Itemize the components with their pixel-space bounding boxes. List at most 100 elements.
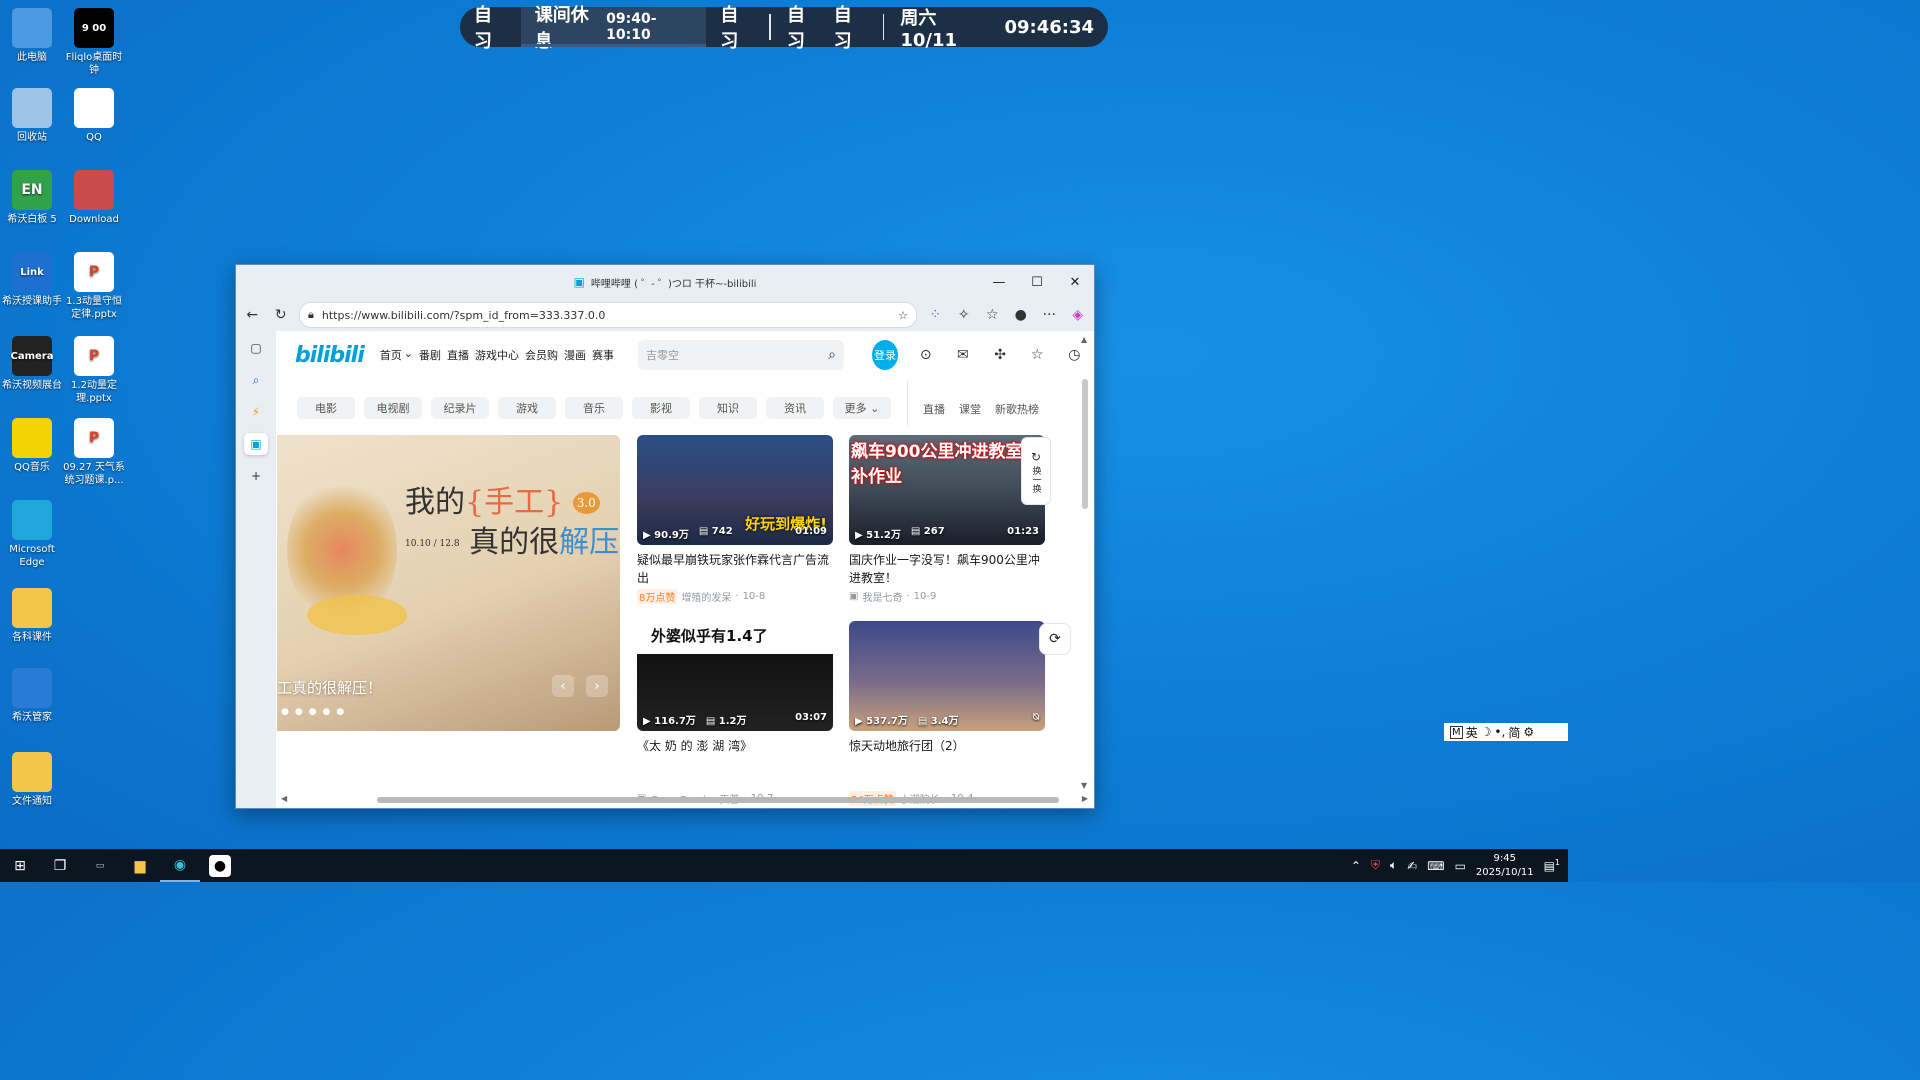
desktop-icon[interactable]: Download: [62, 170, 126, 226]
video-card[interactable]: 飙车900公里冲进教室 补作业 ▶ 51.2万 ▤ 267 01:23 国庆作业…: [849, 435, 1045, 604]
keyboard-icon[interactable]: ⌨: [1427, 859, 1444, 873]
bilibili-logo[interactable]: bilibili: [295, 343, 365, 368]
video-thumbnail[interactable]: ▶ 537.7万 ▤ 3.4万 ⍉: [849, 621, 1045, 731]
security-shield-icon[interactable]: ⛨: [1371, 858, 1380, 873]
desktop-icon[interactable]: 9 00 Fliqlo桌面时钟: [62, 8, 126, 77]
desktop-icon[interactable]: P 1.3动量守恒定律.pptx: [62, 252, 126, 321]
favorites-star-icon[interactable]: ☆: [1028, 347, 1047, 363]
desktop-icon[interactable]: 希沃管家: [0, 668, 64, 724]
minimize-button[interactable]: —: [980, 265, 1018, 299]
search-input[interactable]: 吉零空 ⌕: [637, 340, 844, 370]
refresh-feed-button[interactable]: ↻ 换一换: [1021, 437, 1051, 505]
video-title[interactable]: 国庆作业一字没写！飙车900公里冲进教室！: [849, 551, 1045, 587]
scroll-down-arrow[interactable]: ▼: [1081, 781, 1087, 790]
nav-item-manga[interactable]: 漫画: [564, 347, 586, 363]
desktop-icon[interactable]: 各科课件: [0, 588, 64, 644]
search-sidebar-icon[interactable]: ⌕: [244, 369, 268, 391]
vip-icon[interactable]: ⊙: [916, 347, 935, 363]
category-news[interactable]: 资讯: [766, 397, 824, 419]
qq-taskbar-icon[interactable]: ●: [209, 854, 231, 877]
ime-mode[interactable]: 英: [1466, 724, 1478, 741]
video-card[interactable]: 外婆似乎有1.4了 ▶ 116.7万 ▤ 1.2万 03:07 《太 奶 的 澎…: [637, 621, 833, 806]
link-classroom[interactable]: 课堂: [959, 401, 981, 417]
address-bar[interactable]: 🔒︎ https://www.bilibili.com/?spm_id_from…: [299, 302, 917, 328]
file-explorer-icon[interactable]: ▆: [120, 849, 160, 882]
video-thumbnail[interactable]: 飙车900公里冲进教室 补作业 ▶ 51.2万 ▤ 267 01:23: [849, 435, 1045, 545]
address-url[interactable]: https://www.bilibili.com/?spm_id_from=33…: [322, 309, 890, 322]
scroll-right-arrow[interactable]: ▶: [1082, 794, 1088, 803]
app-sidebar-icon[interactable]: ⚡: [244, 401, 268, 423]
settings-gear-icon[interactable]: ⚙: [1523, 725, 1534, 739]
desktop-icon[interactable]: Microsoft Edge: [0, 500, 64, 569]
link-live[interactable]: 直播: [923, 401, 945, 417]
dynamic-icon[interactable]: ✣: [990, 347, 1009, 363]
start-windows-icon[interactable]: ⊞: [0, 849, 40, 882]
edge-taskbar-icon[interactable]: ◉: [160, 849, 200, 882]
carousel-dots[interactable]: ●●●●●: [281, 707, 350, 717]
nav-item-live[interactable]: 直播: [447, 347, 469, 363]
carousel-banner[interactable]: 我的{手工} 3.0 10.10 / 12.8 真的很解压 工真的很解压！ ●●…: [277, 435, 620, 731]
search-icon[interactable]: ⌕: [828, 347, 836, 363]
extensions-puzzle-icon[interactable]: ✧: [954, 304, 975, 326]
nav-item-game-center[interactable]: 游戏中心: [475, 347, 519, 363]
carousel-prev-button[interactable]: ‹: [552, 675, 574, 697]
display-icon[interactable]: ▭: [1455, 859, 1466, 873]
desktop-icon[interactable]: EN 希沃白板 5: [0, 170, 64, 226]
favorites-icon[interactable]: ☆: [982, 304, 1003, 326]
nav-item-esports[interactable]: 赛事: [592, 347, 614, 363]
moon-icon[interactable]: ☽: [1481, 725, 1492, 739]
banner-caption[interactable]: 工真的很解压！: [277, 677, 382, 698]
volume-icon[interactable]: 🔈︎: [1390, 858, 1397, 873]
category-movie[interactable]: 电影: [297, 397, 355, 419]
more-options-icon[interactable]: ⍉: [1033, 712, 1039, 727]
copilot-icon[interactable]: ◈: [1068, 304, 1089, 326]
video-title[interactable]: 《太 奶 的 澎 湖 湾》: [637, 737, 833, 773]
ime-logo-icon[interactable]: M: [1450, 725, 1463, 739]
more-menu-icon[interactable]: ···: [1039, 304, 1060, 326]
desktop-icon[interactable]: QQ: [62, 88, 126, 144]
category-knowledge[interactable]: 知识: [699, 397, 757, 419]
window-titlebar[interactable]: ▣ 哔哩哔哩 ( ゜- ゜)つロ 干杯~-bilibili — ☐ ✕: [236, 265, 1094, 299]
desktop-icon[interactable]: Camera 希沃视频展台: [0, 336, 64, 392]
pen-icon[interactable]: ✍: [1407, 859, 1417, 873]
scroll-left-arrow[interactable]: ◀: [281, 794, 287, 803]
ime-simplified[interactable]: 简: [1508, 724, 1520, 741]
edge-browser-window[interactable]: ▣ 哔哩哔哩 ( ゜- ゜)つロ 干杯~-bilibili — ☐ ✕ ← ↻ …: [235, 264, 1095, 809]
uploader-name[interactable]: 增殖的发呆: [681, 589, 731, 604]
desktop-icon[interactable]: P 1.2动量定理.pptx: [62, 336, 126, 405]
task-view-icon[interactable]: ❐: [40, 849, 80, 882]
video-title[interactable]: 疑似最早崩铁玩家张作霖代言广告流出: [637, 551, 833, 587]
bilibili-sidebar-icon[interactable]: ▣: [244, 433, 268, 455]
add-sidebar-icon[interactable]: +: [244, 465, 268, 487]
notification-icon[interactable]: ▤1: [1544, 858, 1560, 873]
scroll-thumb[interactable]: [377, 797, 1059, 803]
nav-item-home[interactable]: 首页: [380, 347, 402, 363]
desktop-icon[interactable]: 此电脑: [0, 8, 64, 64]
category-more[interactable]: 更多 ⌄: [833, 397, 891, 419]
video-card[interactable]: 好玩到爆炸! ▶ 90.9万 ▤ 742 01:09 疑似最早崩铁玩家张作霖代言…: [637, 435, 833, 604]
category-music[interactable]: 音乐: [565, 397, 623, 419]
favorite-star-icon[interactable]: ☆: [898, 309, 908, 322]
tabs-icon[interactable]: ▢: [244, 337, 268, 359]
message-icon[interactable]: ✉: [953, 347, 972, 363]
taskbar-clock[interactable]: 9:45 2025/10/11: [1476, 852, 1534, 880]
video-card[interactable]: ▶ 537.7万 ▤ 3.4万 ⍉ 惊天动地旅行团（2） 54万点赞 小潮院长 …: [849, 621, 1045, 806]
horizontal-scrollbar[interactable]: ◀ ▶: [277, 794, 1088, 806]
profile-avatar-icon[interactable]: ●: [1011, 304, 1032, 326]
uploader-name[interactable]: 我是七奇: [862, 589, 902, 604]
history-replay-button[interactable]: ⟳: [1039, 623, 1071, 655]
desktop-icon[interactable]: Link 希沃授课助手: [0, 252, 64, 308]
desktop-icon[interactable]: P 09.27 天气系统习题课.p...: [62, 418, 126, 487]
scroll-thumb[interactable]: [1082, 379, 1088, 509]
login-button[interactable]: 登录: [871, 340, 899, 370]
category-documentary[interactable]: 纪录片: [431, 397, 489, 419]
desktop-icon[interactable]: 文件通知: [0, 752, 64, 808]
punctuation-icon[interactable]: •,: [1494, 725, 1505, 739]
video-thumbnail[interactable]: 外婆似乎有1.4了 ▶ 116.7万 ▤ 1.2万 03:07: [637, 621, 833, 731]
nav-item-shop[interactable]: 会员购: [525, 347, 558, 363]
ai-extension-icon[interactable]: ⁘: [925, 304, 946, 326]
carousel-next-button[interactable]: ›: [586, 675, 608, 697]
vertical-scrollbar[interactable]: ▲ ▼: [1081, 335, 1088, 791]
close-button[interactable]: ✕: [1056, 265, 1094, 299]
back-arrow-icon[interactable]: ←: [242, 304, 263, 326]
